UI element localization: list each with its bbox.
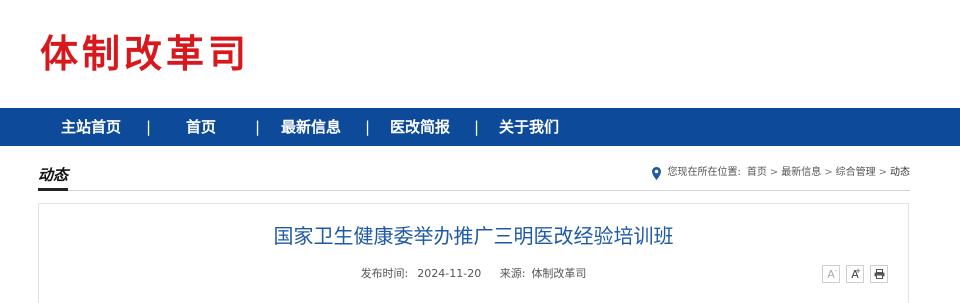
print-button[interactable] [870,265,888,283]
source-value: 体制改革司 [531,267,587,280]
breadcrumb-current: 动态 [890,167,910,178]
print-icon [874,269,884,279]
breadcrumb-home[interactable]: 首页 [747,166,767,180]
breadcrumb-separator: > [878,167,887,178]
nav-separator: | [365,118,371,136]
font-decrease-button[interactable]: A- [822,265,840,283]
nav-item-latest-info[interactable]: 最新信息 [281,108,341,146]
article-title: 国家卫生健康委举办推广三明医改经验培训班 [273,224,674,248]
site-title: 体制改革司 [40,32,251,76]
nav-item-reform-brief[interactable]: 医改简报 [390,108,450,146]
nav-separator: | [474,118,480,136]
font-increase-button[interactable]: A + [846,265,864,283]
nav-separator: | [146,118,152,136]
breadcrumb-prefix: 您现在所在位置: [667,167,741,178]
nav-item-about-us[interactable]: 关于我们 [499,108,559,146]
publish-date: 2024-11-20 [417,267,482,280]
section-title: 动态 [38,166,69,191]
section-header: 动态 您现在所在位置: 首页 > 最新信息 > 综合管理 > 动态 [38,160,910,191]
location-pin-icon [652,166,662,180]
nav-separator: | [255,118,261,136]
breadcrumb-separator: > [769,167,779,178]
breadcrumb: 您现在所在位置: 首页 > 最新信息 > 综合管理 > 动态 [652,166,910,180]
article-tools: A- A + [822,265,888,283]
nav-item-home[interactable]: 首页 [186,108,216,146]
main-nav: 主站首页 | 首页 | 最新信息 | 医改简报 | 关于我们 [0,108,960,146]
article-container: 国家卫生健康委举办推广三明医改经验培训班 发布时间: 2024-11-20 来源:… [38,203,909,303]
nav-item-main-home[interactable]: 主站首页 [61,108,121,146]
article-meta: 发布时间: 2024-11-20 来源: 体制改革司 [39,266,908,282]
breadcrumb-separator: > [824,167,833,178]
font-increase-sup: + [855,267,861,275]
source-label: 来源: [499,267,526,280]
font-decrease-sup: - [834,267,837,275]
breadcrumb-latest-info[interactable]: 最新信息 [781,166,821,180]
breadcrumb-general-management[interactable]: 综合管理 [836,166,876,180]
publish-label: 发布时间: [360,267,409,280]
